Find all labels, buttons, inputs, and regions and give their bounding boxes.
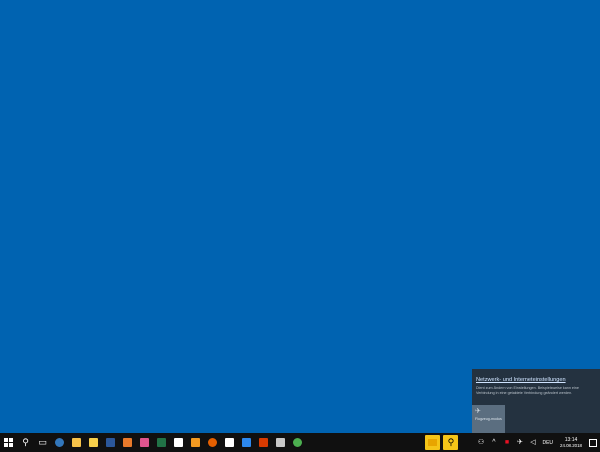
chat-button[interactable] [170, 433, 187, 452]
task-view-icon: ▭ [38, 437, 47, 447]
calculator-icon [276, 438, 285, 447]
notepad-orange-icon [123, 438, 132, 447]
mail-button[interactable] [238, 433, 255, 452]
people-icon[interactable]: ⚇ [476, 438, 485, 447]
file-explorer-icon [72, 438, 81, 447]
input-language-indicator[interactable]: DEU [542, 440, 553, 446]
orange-app-icon [191, 438, 200, 447]
pinned-search-app-button[interactable]: ⚲ [443, 435, 459, 450]
chat-icon [174, 438, 183, 447]
task-view-button[interactable]: ▭ [34, 433, 51, 452]
clock[interactable]: 13:14 24.08.2018 [560, 437, 582, 449]
volume-icon[interactable]: ◁ [528, 438, 537, 447]
sticky-notes-icon [89, 438, 98, 447]
airplane-mode-label: Flugzeug-modus [475, 417, 502, 421]
network-icon[interactable]: ✈ [515, 438, 524, 447]
magnifier-icon: ⚲ [447, 437, 455, 447]
camera-button[interactable] [221, 433, 238, 452]
word-button[interactable] [102, 433, 119, 452]
network-settings-link[interactable]: Netzwerk- und Interneteinstellungen [476, 377, 596, 383]
firefox-button[interactable] [204, 433, 221, 452]
mail-icon [242, 438, 251, 447]
edge-icon [55, 438, 64, 447]
network-settings-description: Dient zum Ändern von Einstellungen. Beis… [476, 386, 579, 395]
paint-button[interactable] [136, 433, 153, 452]
security-icon[interactable]: ■ [502, 438, 511, 447]
acrobat-button[interactable] [255, 433, 272, 452]
airplane-mode-tile[interactable]: ✈ Flugzeug-modus [472, 405, 505, 433]
orange-app-button[interactable] [187, 433, 204, 452]
airplane-icon: ✈ [475, 408, 481, 415]
camera-icon [225, 438, 234, 447]
edge-button[interactable] [51, 433, 68, 452]
folder-icon [428, 439, 438, 446]
show-hidden-icons-chevron-icon[interactable]: ^ [489, 438, 498, 447]
sticky-notes-button[interactable] [85, 433, 102, 452]
windows-logo-icon [4, 438, 13, 447]
notification-icon [589, 438, 597, 447]
search-icon: ⚲ [22, 437, 29, 447]
chrome-button[interactable] [289, 433, 306, 452]
calculator-button[interactable] [272, 433, 289, 452]
action-center-button[interactable] [586, 433, 600, 452]
start-button[interactable] [0, 433, 17, 452]
search-button[interactable]: ⚲ [17, 433, 34, 452]
excel-button[interactable] [153, 433, 170, 452]
system-tray: ⚲ ⚇ ^ ■ ✈ ◁ DEU 13:14 24.08.2018 [425, 433, 600, 452]
firefox-icon [208, 438, 217, 447]
chrome-icon [293, 438, 302, 447]
taskbar: ⚲ ▭ ⚲ ⚇ ^ ■ ✈ ◁ DEU 13:14 24.08.2018 [0, 433, 600, 452]
notepad-orange-button[interactable] [119, 433, 136, 452]
paint-icon [140, 438, 149, 447]
file-explorer-button[interactable] [68, 433, 85, 452]
acrobat-icon [259, 438, 268, 447]
excel-icon [157, 438, 166, 447]
clock-date: 24.08.2018 [560, 442, 582, 448]
word-icon [106, 438, 115, 447]
pinned-folder-button[interactable] [425, 435, 441, 450]
